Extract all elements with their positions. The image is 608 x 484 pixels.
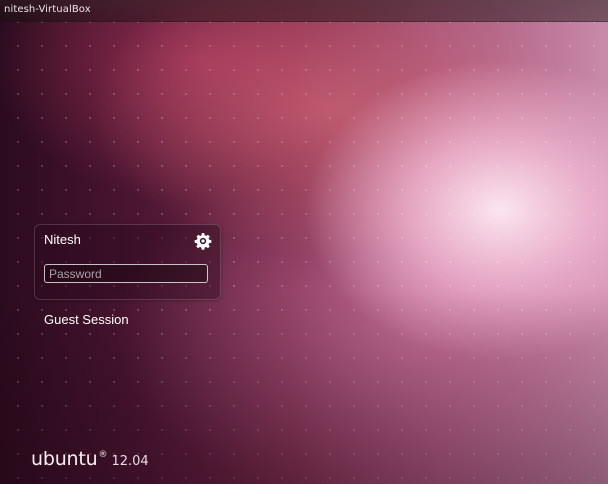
password-input[interactable]: [44, 264, 208, 283]
guest-session-option[interactable]: Guest Session: [44, 312, 129, 327]
gear-icon[interactable]: [194, 232, 212, 250]
version-label: 12.04: [111, 454, 149, 469]
user-login-box[interactable]: Nitesh: [34, 224, 221, 300]
registered-mark: ®: [98, 450, 108, 460]
top-panel: nitesh-VirtualBox: [0, 0, 608, 22]
brand-name: ubuntu: [31, 448, 98, 470]
hostname-label: nitesh-VirtualBox: [4, 4, 91, 15]
ubuntu-logo: ubuntu ® 12.04: [31, 448, 149, 472]
user-name: Nitesh: [44, 232, 81, 247]
login-screen: nitesh-VirtualBox Nitesh Guest Session u…: [0, 0, 608, 484]
